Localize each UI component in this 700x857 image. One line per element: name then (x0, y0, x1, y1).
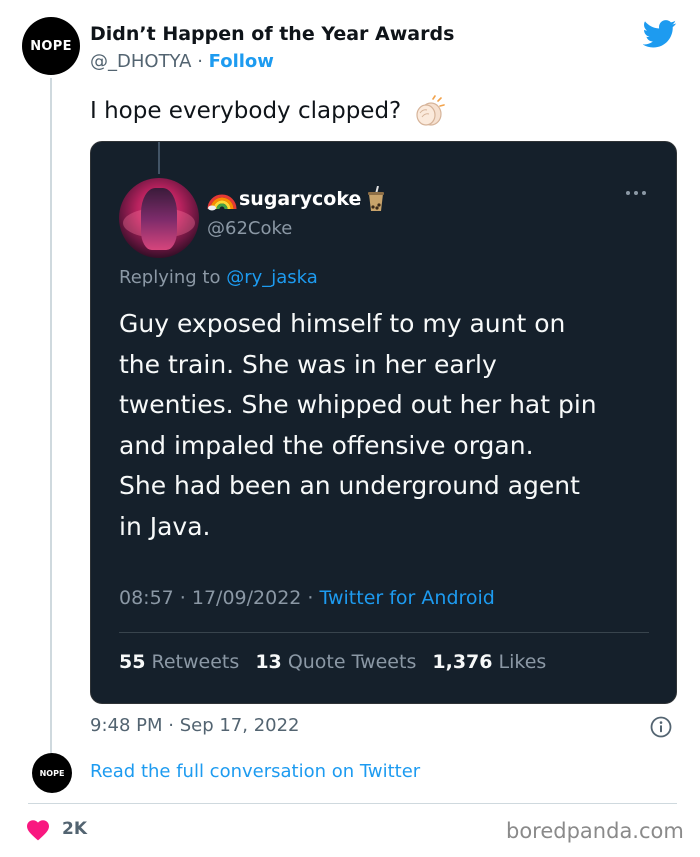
quoted-tweet-card[interactable]: sugarycoke @62Coke Replying to @ry_jaska… (90, 141, 677, 704)
rainbow-icon (207, 194, 237, 211)
body-line: twenties. She whipped out her hat pin (119, 390, 597, 419)
quote-divider (119, 632, 649, 633)
tweet-text: I hope everybody clapped? (90, 95, 446, 127)
author-handle-line: @_DHOTYA · Follow (90, 51, 274, 72)
heart-icon[interactable] (26, 819, 50, 841)
quoted-meta: 08:57 · 17/09/2022 · Twitter for Android (119, 587, 495, 609)
follow-button[interactable]: Follow (209, 51, 274, 72)
avatar-figure (141, 188, 177, 250)
retweets-label: Retweets (151, 651, 240, 673)
body-line: She had been an underground agent (119, 471, 580, 500)
small-avatar-text: NOPE (39, 768, 65, 778)
bubble-tea-icon (368, 186, 385, 211)
quoted-avatar[interactable] (119, 178, 199, 258)
read-conversation-link[interactable]: Read the full conversation on Twitter (90, 761, 420, 782)
watermark: boredpanda.com (506, 819, 684, 843)
quotes-count: 13 (255, 651, 282, 673)
more-options-icon[interactable] (624, 188, 648, 198)
info-icon[interactable] (650, 716, 672, 738)
author-handle[interactable]: @_DHOTYA (90, 51, 191, 72)
quotes-stat[interactable]: 13 Quote Tweets (255, 651, 416, 673)
avatar-text: NOPE (30, 38, 72, 54)
source-link[interactable]: Twitter for Android (320, 587, 495, 609)
author-avatar[interactable]: NOPE (22, 17, 80, 75)
handle-separator: · (191, 51, 209, 72)
clapping-hands-icon (416, 95, 446, 126)
retweets-stat[interactable]: 55 Retweets (119, 651, 239, 673)
body-line: Guy exposed himself to my aunt on (119, 309, 566, 338)
quoted-stats: 55 Retweets 13 Quote Tweets 1,376 Likes (119, 651, 546, 673)
likes-count: 1,376 (432, 651, 493, 673)
quote-thread-line (158, 142, 160, 174)
quoted-handle[interactable]: @62Coke (207, 218, 292, 239)
like-count: 2K (62, 819, 88, 839)
retweets-count: 55 (119, 651, 146, 673)
quotes-label: Quote Tweets (287, 651, 417, 673)
footer-avatar[interactable]: NOPE (32, 753, 72, 793)
quoted-name-text: sugarycoke (239, 188, 362, 210)
likes-stat[interactable]: 1,376 Likes (432, 651, 546, 673)
footer-divider (28, 803, 677, 804)
twitter-bird-icon[interactable] (643, 20, 677, 48)
tweet-timestamp[interactable]: 9:48 PM · Sep 17, 2022 (90, 715, 300, 736)
body-line: and impaled the offensive organ. (119, 430, 534, 460)
quoted-body: Guy exposed himself to my aunt on the tr… (119, 304, 664, 547)
replying-to-line: Replying to @ry_jaska (119, 267, 318, 288)
body-line: the train. She was in her early (119, 349, 497, 379)
quoted-name[interactable]: sugarycoke (207, 186, 385, 212)
body-line: in Java. (119, 511, 211, 541)
reply-mention-link[interactable]: @ry_jaska (226, 267, 318, 288)
likes-label: Likes (498, 651, 547, 673)
tweet-text-content: I hope everybody clapped? (90, 98, 402, 124)
author-name[interactable]: Didn’t Happen of the Year Awards (90, 23, 454, 45)
thread-line (50, 78, 52, 755)
replying-prefix: Replying to (119, 267, 227, 288)
quoted-datetime[interactable]: 08:57 · 17/09/2022 · (119, 587, 320, 609)
